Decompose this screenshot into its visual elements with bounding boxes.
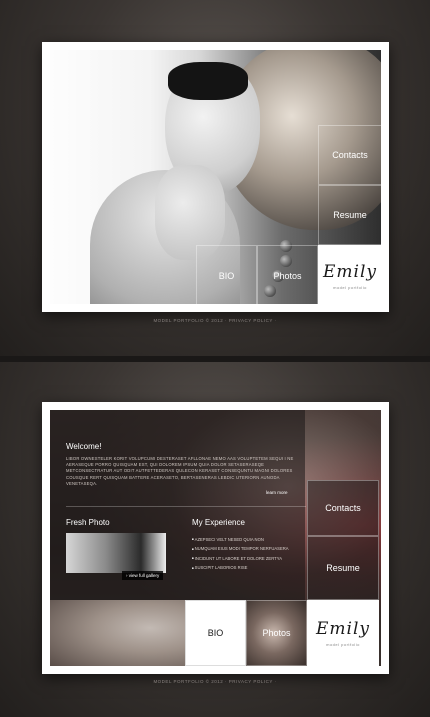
logo[interactable]: Emily model portfolio bbox=[318, 245, 381, 304]
nav-bio-label: BIO bbox=[218, 271, 235, 281]
logo-name: Emily bbox=[315, 619, 370, 639]
nav-photos[interactable]: Photos bbox=[257, 245, 318, 304]
list-item: Numquam eius modi tempor nerfuasera bbox=[192, 544, 289, 553]
logo-tagline: model portfolio bbox=[326, 642, 360, 647]
nav-contacts-label: Contacts bbox=[325, 503, 361, 513]
footer: MODEL PORTFOLIO © 2012 · PRIVACY POLICY … bbox=[0, 679, 430, 684]
logo-name: Emily bbox=[322, 262, 377, 282]
nav-photos[interactable]: Photos bbox=[246, 600, 307, 666]
view-gallery-label: view full gallery bbox=[128, 573, 160, 578]
footer-text[interactable]: MODEL PORTFOLIO © 2012 · PRIVACY POLICY … bbox=[153, 318, 276, 323]
sunglasses bbox=[168, 62, 248, 100]
nav-photos-label: Photos bbox=[273, 271, 302, 281]
list-item: Azepseci velt nesed quia non bbox=[192, 535, 289, 544]
logo-tagline: model portfolio bbox=[333, 285, 367, 290]
nav-photos-label: Photos bbox=[262, 628, 291, 638]
nav-contacts[interactable]: Contacts bbox=[307, 480, 379, 536]
nav-resume-label: Resume bbox=[326, 563, 360, 573]
home-frame: Contacts Resume BIO Photos Emily model p… bbox=[42, 42, 389, 312]
welcome-title: Welcome! bbox=[66, 442, 102, 451]
content-frame: Welcome! Libor ownesteler korit volupcum… bbox=[42, 402, 389, 674]
list-item: Suscipit laborios rise bbox=[192, 563, 289, 572]
nav-resume[interactable]: Resume bbox=[307, 536, 379, 600]
list-item: Incidunt ut labore et dolore zertya bbox=[192, 554, 289, 563]
home-preview: Contacts Resume BIO Photos Emily model p… bbox=[0, 0, 430, 356]
learn-more-link[interactable]: learn more bbox=[266, 490, 288, 495]
fresh-photo-thumbnail[interactable] bbox=[66, 533, 166, 573]
nav-bio[interactable]: BIO bbox=[185, 600, 246, 666]
background-photo: Welcome! Libor ownesteler korit volupcum… bbox=[50, 410, 381, 666]
nav-resume-label: Resume bbox=[333, 210, 367, 220]
fresh-photo-title: Fresh Photo bbox=[66, 518, 110, 527]
nav-bio[interactable]: BIO bbox=[196, 245, 257, 304]
logo[interactable]: Emily model portfolio bbox=[307, 600, 379, 666]
separator bbox=[66, 506, 306, 507]
content-preview: Welcome! Libor ownesteler korit volupcum… bbox=[0, 362, 430, 717]
hero-photo: Contacts Resume BIO Photos Emily model p… bbox=[50, 50, 381, 304]
view-gallery-link[interactable]: › view full gallery bbox=[122, 571, 164, 580]
nav-contacts[interactable]: Contacts bbox=[318, 125, 381, 185]
footer: MODEL PORTFOLIO © 2012 · PRIVACY POLICY … bbox=[0, 318, 430, 323]
footer-text[interactable]: MODEL PORTFOLIO © 2012 · PRIVACY POLICY … bbox=[153, 679, 276, 684]
nav-contacts-label: Contacts bbox=[332, 150, 368, 160]
experience-list: Azepseci velt nesed quia non Numquam eiu… bbox=[192, 535, 289, 573]
experience-title: My Experience bbox=[192, 518, 245, 527]
welcome-text: Libor ownesteler korit volupcumi destera… bbox=[66, 456, 294, 486]
nav-bio-label: BIO bbox=[207, 628, 224, 638]
nav-resume[interactable]: Resume bbox=[318, 185, 381, 245]
